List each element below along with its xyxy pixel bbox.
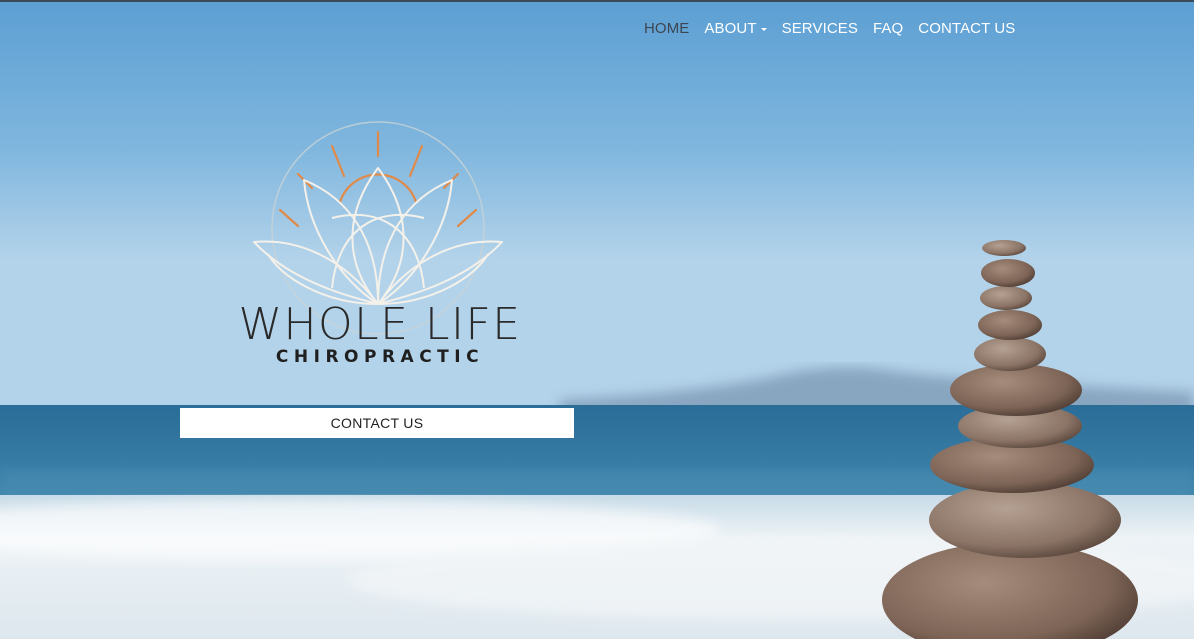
nav-home-label: HOME — [644, 19, 690, 37]
contact-us-button[interactable]: CONTACT US — [180, 408, 574, 438]
nav-about[interactable]: ABOUT — [704, 18, 767, 38]
nav-contact-us[interactable]: CONTACT US — [918, 18, 1015, 38]
nav-home[interactable]: HOME — [644, 18, 689, 38]
nav-services-label: SERVICES — [781, 19, 858, 37]
logo-title: WHOLE LIFE — [238, 299, 522, 350]
nav-services[interactable]: SERVICES — [782, 18, 858, 38]
nav-faq[interactable]: FAQ — [873, 18, 903, 38]
caret-down-icon — [760, 27, 767, 31]
nav-faq-label: FAQ — [872, 19, 904, 37]
logo-subtitle: CHIROPRACTIC — [275, 347, 485, 367]
nav-contact-us-label: CONTACT US — [918, 19, 1016, 37]
main-nav: HOME ABOUT SERVICES FAQ CONTACT US — [644, 18, 1030, 38]
background-photo — [0, 0, 1194, 639]
hero-page: HOME ABOUT SERVICES FAQ CONTACT US WHOLE… — [0, 0, 1194, 639]
nav-about-label: ABOUT — [704, 19, 757, 37]
top-border — [0, 0, 1194, 2]
